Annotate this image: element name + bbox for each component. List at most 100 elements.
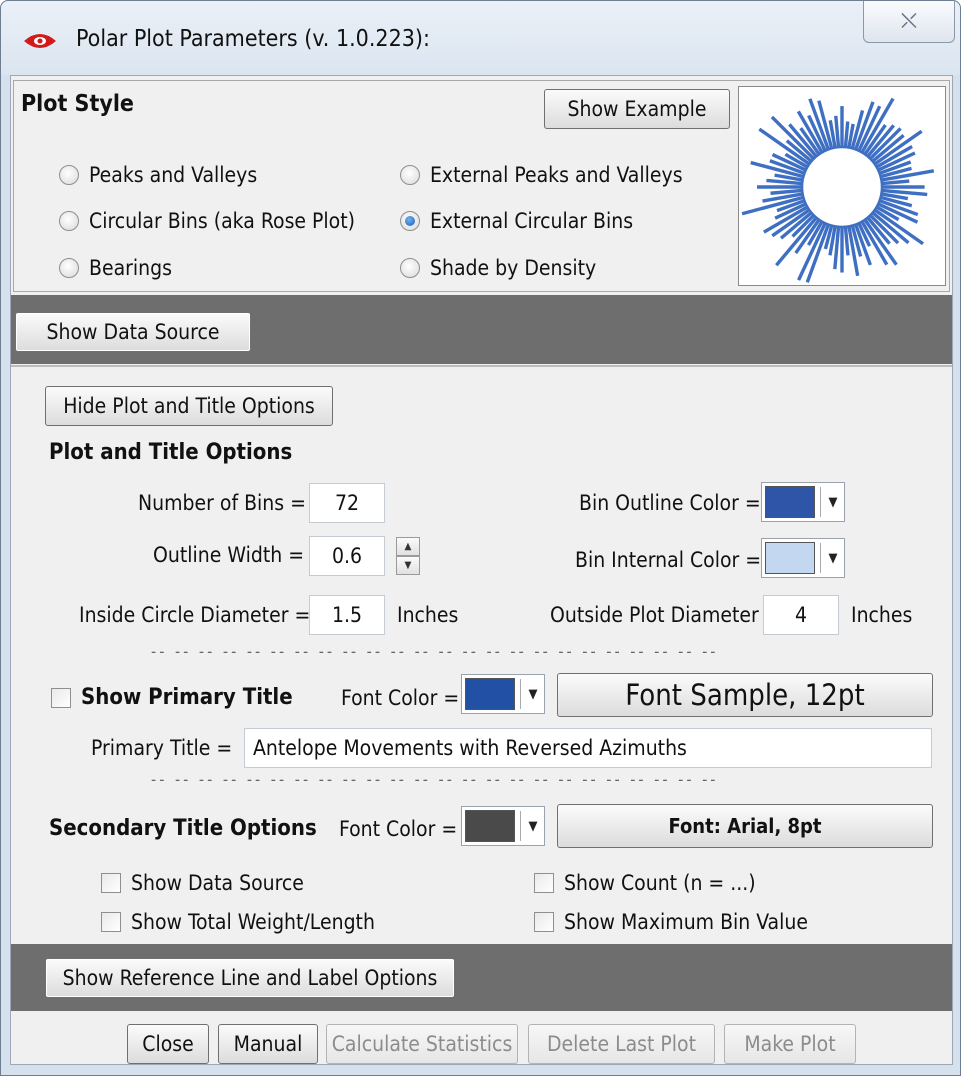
- manual-button[interactable]: Manual: [218, 1024, 318, 1064]
- show-primary-title-label: Show Primary Title: [81, 685, 293, 710]
- dropdown-arrow-icon: ▼: [528, 818, 538, 834]
- plot-style-heading: Plot Style: [21, 91, 134, 117]
- dropdown-arrow-icon: ▼: [828, 550, 838, 566]
- spin-down-icon[interactable]: ▼: [396, 556, 420, 575]
- radio-label: Circular Bins (aka Rose Plot): [89, 209, 356, 233]
- checkbox-label: Show Data Source: [131, 871, 304, 895]
- make-plot-button[interactable]: Make Plot: [724, 1024, 856, 1064]
- inside-circle-diameter-input[interactable]: 1.5: [309, 595, 385, 635]
- inches-label: Inches: [397, 603, 459, 627]
- show-total-weight-checkbox[interactable]: Show Total Weight/Length: [101, 910, 375, 934]
- radio-icon: [400, 165, 420, 185]
- checkbox-icon: [534, 873, 554, 893]
- primary-font-sample-button[interactable]: Font Sample, 12pt: [557, 673, 933, 717]
- outside-plot-diameter-input[interactable]: 4: [763, 595, 839, 635]
- secondary-font-color-label: Font Color =: [339, 817, 458, 841]
- plot-title-options-heading: Plot and Title Options: [49, 440, 293, 465]
- primary-font-color-picker[interactable]: ▼: [461, 674, 545, 714]
- radio-icon: [59, 165, 79, 185]
- radio-icon: [59, 258, 79, 278]
- rose-plot-preview-image: [741, 97, 935, 283]
- checkbox-label: Show Count (n = ...): [564, 871, 756, 895]
- spin-up-icon[interactable]: ▲: [396, 537, 420, 556]
- show-count-checkbox[interactable]: Show Count (n = ...): [534, 871, 756, 895]
- separator-dashes: -- -- -- -- -- -- -- -- -- -- -- -- -- -…: [151, 770, 719, 789]
- radio-selected-icon: [400, 211, 420, 231]
- dialog-body: Plot Style Show Example Peaks and Valley…: [10, 75, 953, 1065]
- rose-bin: [843, 121, 850, 148]
- checkbox-icon: [534, 912, 554, 932]
- primary-title-input[interactable]: Antelope Movements with Reversed Azimuth…: [244, 728, 932, 768]
- radio-icon: [59, 211, 79, 231]
- rose-bin: [766, 178, 803, 186]
- checkbox-label: Show Maximum Bin Value: [564, 910, 808, 934]
- radio-circular-bins[interactable]: Circular Bins (aka Rose Plot): [59, 209, 355, 233]
- outline-width-label: Outline Width =: [153, 543, 305, 567]
- bin-internal-color-picker[interactable]: ▼: [761, 538, 845, 578]
- show-data-source-checkbox[interactable]: Show Data Source: [101, 871, 304, 895]
- show-reference-options-button[interactable]: Show Reference Line and Label Options: [45, 958, 455, 998]
- delete-last-plot-button[interactable]: Delete Last Plot: [528, 1024, 715, 1064]
- inches-label-2: Inches: [851, 603, 913, 627]
- hide-plot-title-options-button[interactable]: Hide Plot and Title Options: [45, 386, 333, 426]
- radio-label: Peaks and Valleys: [89, 163, 258, 187]
- radio-label: Bearings: [89, 256, 172, 280]
- calculate-statistics-button[interactable]: Calculate Statistics: [326, 1024, 518, 1064]
- show-example-button[interactable]: Show Example: [544, 89, 730, 129]
- radio-shade-by-density[interactable]: Shade by Density: [400, 256, 596, 280]
- eye-icon: [24, 34, 56, 48]
- checkbox-icon: [101, 873, 121, 893]
- checkbox-label: Show Total Weight/Length: [131, 910, 375, 934]
- radio-label: Shade by Density: [430, 256, 597, 280]
- radio-peaks-valleys[interactable]: Peaks and Valleys: [59, 163, 257, 187]
- inside-circle-diameter-label: Inside Circle Diameter =: [79, 603, 311, 627]
- bin-internal-swatch: [765, 542, 815, 574]
- rose-bin: [843, 226, 850, 256]
- primary-title-label: Primary Title =: [91, 736, 233, 760]
- show-maximum-bin-checkbox[interactable]: Show Maximum Bin Value: [534, 910, 808, 934]
- rose-inner-circle: [800, 145, 884, 229]
- show-primary-title-checkbox[interactable]: Show Primary Title: [51, 685, 293, 710]
- rose-bin: [881, 179, 910, 186]
- bin-outline-swatch: [765, 486, 815, 518]
- radio-icon: [400, 258, 420, 278]
- bin-outline-color-picker[interactable]: ▼: [761, 482, 845, 522]
- radio-external-peaks-valleys[interactable]: External Peaks and Valleys: [400, 163, 683, 187]
- checkbox-icon: [101, 912, 121, 932]
- secondary-font-color-picker[interactable]: ▼: [461, 806, 545, 846]
- window-title: Polar Plot Parameters (v. 1.0.223):: [76, 26, 430, 52]
- number-of-bins-label: Number of Bins =: [138, 491, 306, 515]
- rose-bin: [834, 115, 841, 148]
- primary-font-color-swatch: [465, 678, 515, 710]
- data-source-band: Show Data Source: [11, 295, 952, 364]
- close-button[interactable]: Close: [127, 1024, 209, 1064]
- number-of-bins-input[interactable]: 72: [309, 483, 385, 523]
- radio-external-circular-bins[interactable]: External Circular Bins: [400, 209, 633, 233]
- radio-label: External Peaks and Valleys: [430, 163, 683, 187]
- window-close-button[interactable]: ⛌: [863, 1, 955, 43]
- bin-outline-color-label: Bin Outline Color =: [579, 491, 761, 515]
- primary-font-color-label: Font Color =: [341, 686, 460, 710]
- show-data-source-button[interactable]: Show Data Source: [15, 312, 251, 352]
- rose-bin: [770, 188, 803, 195]
- secondary-font-color-swatch: [465, 810, 515, 842]
- separator-dashes: -- -- -- -- -- -- -- -- -- -- -- -- -- -…: [151, 642, 719, 661]
- dropdown-arrow-icon: ▼: [528, 686, 538, 702]
- plot-style-panel: Plot Style Show Example Peaks and Valley…: [13, 80, 950, 292]
- checkbox-icon: [51, 687, 71, 708]
- polar-plot-parameters-window: Polar Plot Parameters (v. 1.0.223): ⛌ Pl…: [0, 0, 961, 1076]
- reference-band: Show Reference Line and Label Options: [11, 944, 952, 1011]
- plot-style-preview: [738, 86, 946, 286]
- section-divider: [11, 365, 952, 367]
- bin-internal-color-label: Bin Internal Color =: [575, 548, 762, 572]
- secondary-title-options-heading: Secondary Title Options: [49, 816, 317, 841]
- close-icon: ⛌: [900, 9, 918, 34]
- radio-label: External Circular Bins: [430, 209, 634, 233]
- outside-plot-diameter-label: Outside Plot Diameter: [550, 603, 759, 627]
- title-bar[interactable]: Polar Plot Parameters (v. 1.0.223): ⛌: [1, 1, 960, 75]
- dropdown-arrow-icon: ▼: [828, 494, 838, 510]
- outline-width-input[interactable]: 0.6: [309, 536, 385, 576]
- outline-width-stepper[interactable]: ▲ ▼: [396, 537, 420, 575]
- secondary-font-button[interactable]: Font: Arial, 8pt: [557, 804, 933, 848]
- radio-bearings[interactable]: Bearings: [59, 256, 172, 280]
